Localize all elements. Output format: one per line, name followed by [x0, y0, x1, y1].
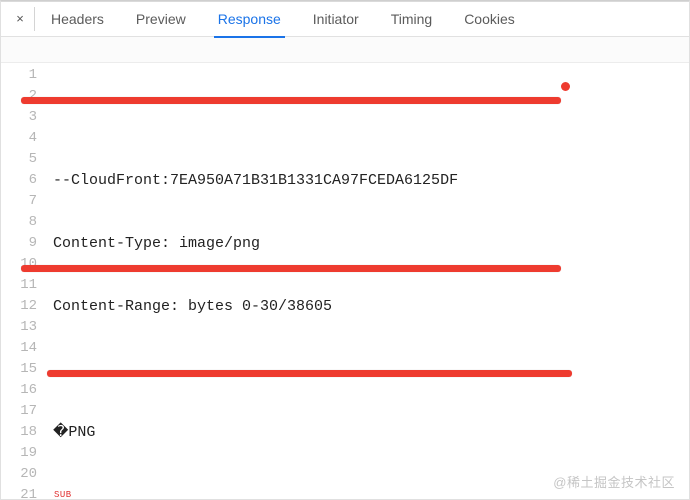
close-button[interactable]: ×: [5, 1, 35, 37]
tab-cookies[interactable]: Cookies: [448, 1, 531, 37]
code-line: �PNG: [53, 422, 689, 443]
tab-timing[interactable]: Timing: [375, 1, 449, 37]
tab-label: Headers: [51, 11, 104, 27]
code-line: [53, 107, 689, 128]
tab-label: Cookies: [464, 11, 515, 27]
code-line: Content-Type: image/png: [53, 233, 689, 254]
response-body[interactable]: 1234567 891011121314 15161718192021 --Cl…: [1, 63, 689, 500]
code-line: --CloudFront:7EA950A71B31B1331CA97FCEDA6…: [53, 170, 689, 191]
tab-label: Initiator: [313, 11, 359, 27]
network-response-panel: × Headers Preview Response Initiator Tim…: [0, 0, 690, 500]
line-gutter: 1234567 891011121314 15161718192021: [1, 65, 45, 500]
tab-headers[interactable]: Headers: [35, 1, 120, 37]
sub-toolbar: [1, 37, 689, 63]
code-lines: --CloudFront:7EA950A71B31B1331CA97FCEDA6…: [53, 65, 689, 500]
tab-initiator[interactable]: Initiator: [297, 1, 375, 37]
tab-label: Timing: [391, 11, 433, 27]
tab-label: Preview: [136, 11, 186, 27]
tab-preview[interactable]: Preview: [120, 1, 202, 37]
close-icon: ×: [16, 11, 24, 26]
code-line: Content-Range: bytes 0-30/38605: [53, 296, 689, 317]
watermark: @稀土掘金技术社区: [553, 472, 675, 491]
code-line: [53, 359, 689, 380]
control-char: SUB: [53, 485, 73, 500]
tabbar: × Headers Preview Response Initiator Tim…: [1, 1, 689, 37]
tab-label: Response: [218, 11, 281, 27]
tab-response[interactable]: Response: [202, 1, 297, 37]
